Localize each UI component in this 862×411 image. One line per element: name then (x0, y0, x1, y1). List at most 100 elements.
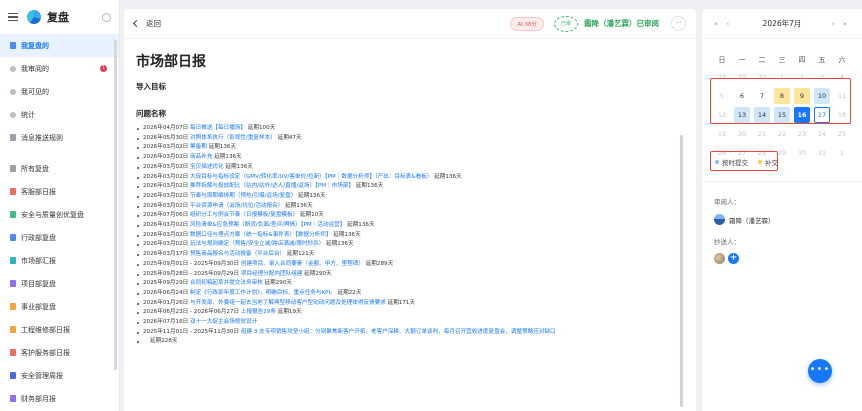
sidebar-group-marketing[interactable]: 市场部汇报 (0, 249, 119, 272)
sidebar-group-finance[interactable]: 财务部月报 (0, 387, 119, 410)
calendar-day[interactable]: 1 (834, 145, 850, 161)
list-item: 2026年06月24日 制定《行政部年度工作计划》，明确目标、重点任务与KPI。… (136, 289, 681, 299)
issue-link[interactable]: 宝贝描述优化 (190, 164, 224, 170)
floating-action-button[interactable]: ••• (808, 359, 832, 383)
avatar[interactable] (714, 253, 725, 264)
calendar-day[interactable]: 21 (754, 126, 770, 142)
sidebar-group-admin[interactable]: 行政部复盘 (0, 226, 119, 249)
issue-link[interactable]: 玩法与规则确定（预售/安全立减/跨店满减/限时秒杀） (190, 241, 324, 247)
issue-link[interactable]: 大促目标与指标设定（GMV/转化率/UV/客单价/拉新）【PM｜数据分析师】（产… (190, 174, 432, 180)
sidebar-item-push-rules[interactable]: 消息推送规则 (0, 126, 119, 149)
issue-link[interactable]: 预售商品报名与活动报备（平台后台） (190, 251, 285, 257)
stats-icon (10, 111, 16, 118)
calendar-prev-button[interactable]: « ‹ (714, 20, 732, 28)
issue-link[interactable]: 每日推送【每日播场】 (190, 125, 246, 131)
issue-link[interactable]: 筹备期 (190, 144, 207, 150)
sidebar-item-label: 我审阅的 (21, 64, 49, 73)
issue-delay: 延期121天 (285, 251, 315, 258)
legend-ontime-label: 按时提交 (722, 159, 748, 167)
issue-link[interactable]: 上报报告29条 (241, 309, 276, 315)
sidebar-item-label: 消息推送规则 (21, 133, 63, 142)
issue-delay: 延期22天 (335, 289, 362, 296)
issue-link[interactable]: 组织分工与例会节奏（日报模板/复盘模板） (190, 212, 298, 218)
sidebar-item-label: 客护服务部日报 (21, 348, 70, 357)
approver-label: 审阅人： (714, 198, 740, 206)
approver-name: 霜降（潘艺霖） (729, 216, 775, 225)
issue-link[interactable]: 商品补充 (190, 154, 212, 160)
content-scrollbar[interactable] (680, 135, 683, 407)
weekday-label: 六 (838, 56, 846, 64)
sidebar-item-label: 所有复盘 (21, 164, 49, 173)
sidebar-item-label: 我复盘的 (21, 41, 49, 50)
list-item: 2025年11月01日 - 2025年11月30日 组建 3 支专项销售攻坚小组… (136, 328, 681, 338)
issue-link[interactable]: 双十一大促主会场视觉设计 (190, 319, 257, 325)
sidebar-group-service-daily[interactable]: 客服部日报 (0, 180, 119, 203)
issue-date: 2026年03月02日 (143, 202, 191, 209)
issue-date: 2025年09月29日 (143, 280, 191, 287)
issue-delay: 延期19天 (275, 309, 302, 316)
calendar-day[interactable]: 30 (794, 145, 810, 161)
sidebar-group-all[interactable]: 所有复盘 (0, 157, 119, 180)
doc-icon (10, 234, 16, 241)
issue-link[interactable]: 合同初稿起草并提交法务审核 (190, 280, 263, 286)
sidebar-group-project[interactable]: 项目部复盘 (0, 272, 119, 295)
list-item: 2026年03月02日 风险清单&应急预案（断货/负面/差评/舆情）【PM｜活动… (136, 221, 681, 231)
issue-link[interactable]: 平台资源申请（会场/坑位/活动报名） (190, 203, 283, 209)
sidebar-item-visible[interactable]: 我可见的 (0, 80, 119, 103)
sidebar-group-customer[interactable]: 客护服务部日报 (0, 341, 119, 364)
calendar-weekdays: 日一二三四五六 (702, 55, 862, 65)
issue-delay: 延期136天 (283, 202, 313, 209)
back-label: 返回 (146, 19, 161, 28)
approver[interactable]: 霜降（潘艺霖） (714, 214, 775, 225)
calendar-day[interactable]: 25 (834, 126, 850, 142)
sidebar-group-maintenance[interactable]: 工程维修部日报 (0, 318, 119, 341)
weekday-label: 四 (798, 56, 806, 64)
issue-link[interactable]: 与开发部、外委组一起去当地了解典型移动客户型动动问题及处理体得反馈要求 (190, 300, 386, 306)
calendar-next-button[interactable]: › » (832, 20, 850, 28)
list-item: 2025年09月28日 - 2025年09月29日 项目经理分配内团队组建 延期… (136, 270, 681, 280)
calendar-day[interactable]: 31 (814, 145, 830, 161)
issue-link[interactable]: 推荐拆解与投放配比（站内/站外/达人/直播/返场）【PM｜市场部】 (190, 183, 354, 189)
sidebar-item-my-reviews[interactable]: 我复盘的 (0, 34, 119, 57)
approved-stamp-icon: 已审 (554, 15, 578, 32)
menu-icon[interactable] (8, 13, 18, 21)
issue-link[interactable]: 节奏与周期编排期（预热/引爆/返场/复盘） (190, 193, 296, 199)
section-heading-goals: 导入目标 (136, 82, 166, 91)
sidebar-header: 复盘 (0, 0, 119, 34)
sidebar-group-safety-weekly[interactable]: 安全管理周报 (0, 364, 119, 387)
issue-date: 2026年04月07日 (143, 125, 191, 131)
more-button[interactable]: ··· (671, 16, 686, 31)
eye-icon (10, 88, 16, 95)
issue-delay: 延期136天 (212, 154, 242, 161)
issue-link[interactable]: 项目经理分配内团队组建 (241, 271, 303, 277)
issue-link[interactable]: 制定《行政部年度工作计划》，明确目标、重点任务与KPI。 (190, 290, 336, 296)
sidebar-divider (0, 149, 119, 157)
sidebar-group-safety-quality[interactable]: 安全与质量创优复盘 (0, 203, 119, 226)
list-item-continuation: 延期228天 (136, 337, 681, 347)
issue-link[interactable]: 创建项目、录入合同要素（金额、甲方、里程碑） (241, 261, 364, 267)
app-title: 复盘 (47, 11, 69, 24)
issue-link[interactable]: 组建 3 支专项销售攻坚小组：分别聚焦新客户开拓、老客户深耕、大额订单谈判，每月… (241, 329, 556, 335)
calendar-day[interactable]: 23 (794, 126, 810, 142)
calendar-day[interactable]: 20 (734, 126, 750, 142)
issue-date: 2026年03月02日 (143, 192, 191, 199)
calendar-day[interactable]: 19 (714, 126, 730, 142)
weekday-label: 五 (818, 56, 826, 64)
ai-score-badge[interactable]: AI 38分 (510, 16, 544, 31)
issue-delay: 延期47天 (275, 134, 302, 141)
calendar-day[interactable]: 22 (774, 126, 790, 142)
issue-link[interactable]: 对照体系执行（影视性/重复样本） (190, 135, 276, 141)
issue-link[interactable]: 风险清单&应急预案（断货/负面/差评/舆情）【PM｜活动运营】 (190, 222, 345, 228)
sidebar-item-stats[interactable]: 统计 (0, 103, 119, 126)
list-item: 2026年03月02日 筹备期 延期136天 (136, 143, 681, 153)
list-item: 2026年03月02日 宝贝描述优化 延期136天 (136, 163, 681, 173)
settings-icon[interactable] (102, 12, 111, 22)
sidebar-item-reviewed-by-me[interactable]: 我审阅的 1 (0, 57, 119, 80)
back-button[interactable]: 返回 (132, 18, 161, 29)
sidebar-scrollbar[interactable] (114, 40, 117, 370)
calendar-day[interactable]: 24 (814, 126, 830, 142)
add-cc-button[interactable]: + (728, 253, 739, 264)
sidebar-group-business[interactable]: 事业部复盘 (0, 295, 119, 318)
issue-delay: 延期136天 (432, 173, 462, 180)
issue-link[interactable]: 数据口径与埋点方案（统一指标&事件表）【数据分析师】 (190, 232, 331, 238)
